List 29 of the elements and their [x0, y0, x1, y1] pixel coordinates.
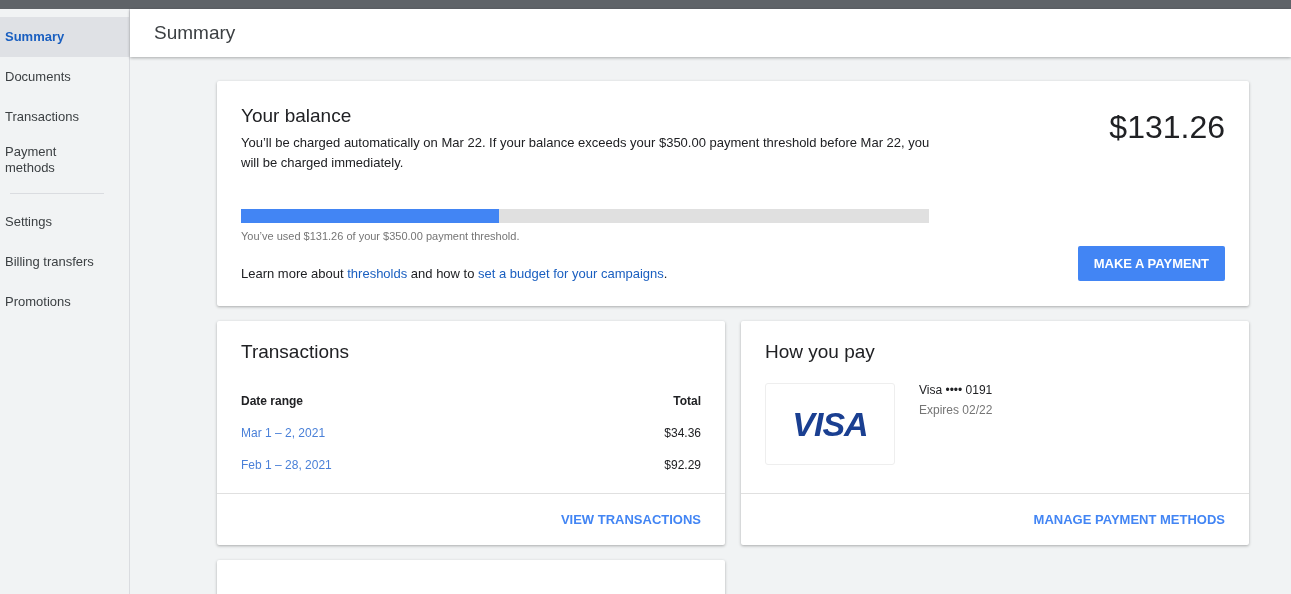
table-cell: $92.29 [664, 458, 701, 472]
sidebar-item[interactable]: Settings [0, 202, 129, 242]
sidebar-item[interactable]: Summary [0, 17, 129, 57]
view-transactions-button[interactable]: VIEW TRANSACTIONS [560, 508, 701, 531]
sidebar-item[interactable]: Transactions [0, 97, 129, 137]
card-title: Transactions [241, 341, 351, 363]
manage-payment-methods-button[interactable]: MANAGE PAYMENT METHODS [1033, 508, 1225, 531]
table-cell: $34.36 [664, 426, 701, 440]
card-name: Visa •••• 0191 [919, 383, 993, 397]
progress-caption: You’ve used $131.26 of your $350.00 payment threshold. [241, 230, 521, 242]
card-title: How you pay [765, 341, 876, 363]
column-header: Total [673, 394, 701, 408]
sidebar-item[interactable]: Payment methods [0, 137, 70, 185]
sidebar-item[interactable]: Promotions [0, 282, 129, 322]
sidebar-item[interactable]: Billing transfers [0, 242, 129, 282]
help-link[interactable]: thresholds [347, 266, 408, 281]
card-expiry: Expires 02/22 [919, 403, 993, 417]
help-link[interactable]: set a budget for your campaigns [478, 266, 664, 281]
balance-amount: $131.26 [1109, 109, 1225, 146]
make-payment-button[interactable]: MAKE A PAYMENT [1077, 246, 1225, 281]
sidebar-item[interactable]: Documents [0, 57, 129, 97]
balance-description: You’ll be charged automatically on Mar 22. If your balance exceeds your $350.00 payment threshold before Mar 22, you will be charged immediately. [241, 134, 931, 172]
learn-more-text: Learn more about thresholds and how to set a budget for your campaigns. [241, 266, 669, 281]
date-range-link[interactable]: Feb 1 – 28, 2021 [241, 458, 332, 472]
column-header: Date range [241, 394, 304, 408]
card-title: Your balance [241, 105, 353, 127]
page-title: Summary [154, 22, 236, 44]
date-range-link[interactable]: Mar 1 – 2, 2021 [241, 426, 326, 440]
logo-text: VISA [792, 404, 868, 444]
